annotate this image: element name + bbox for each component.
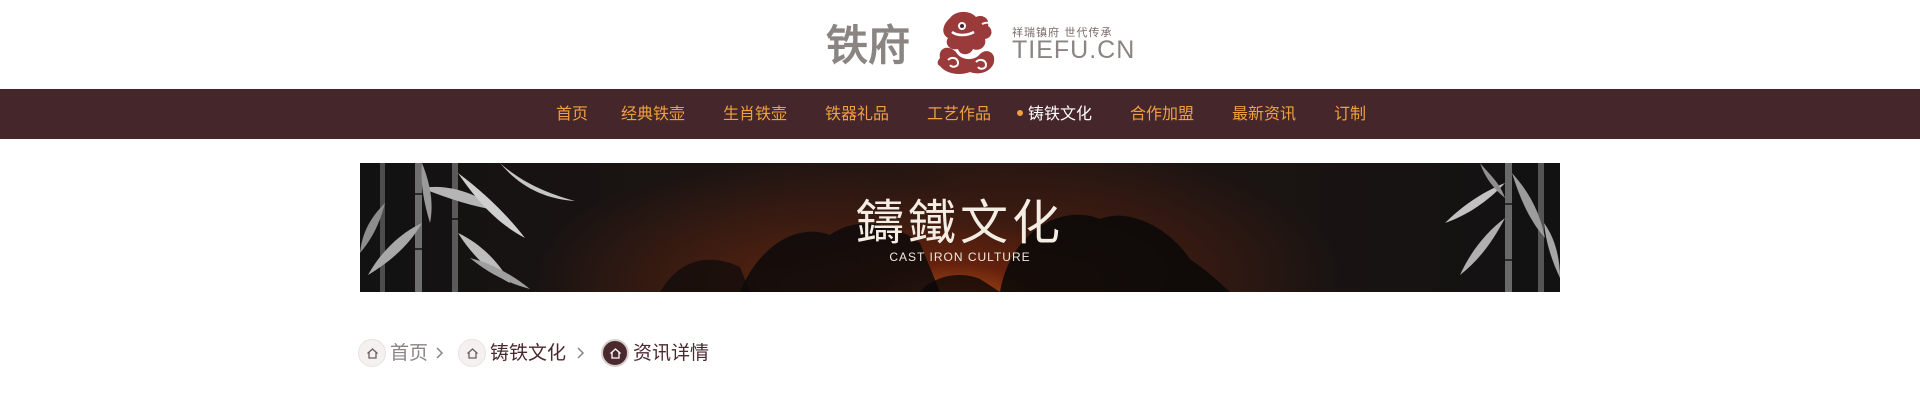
nav-item-craft-works[interactable]: 工艺作品 bbox=[927, 89, 991, 139]
breadcrumb-item-current: 资讯详情 bbox=[601, 338, 731, 368]
breadcrumb-label: 铸铁文化 bbox=[490, 342, 567, 364]
logo-wordmark-text: 铁府 bbox=[826, 21, 910, 70]
nav-item-cast-iron-culture[interactable]: 铸铁文化 bbox=[1028, 89, 1092, 139]
nav-item-franchise[interactable]: 合作加盟 bbox=[1130, 89, 1194, 139]
nav-item-custom[interactable]: 订制 bbox=[1334, 89, 1366, 139]
banner-title: 鑄鐵文化 bbox=[855, 195, 1064, 251]
nav-item-home[interactable]: 首页 bbox=[556, 89, 588, 139]
site-header: 铁府 祥瑞镇府 世代传承 TIEFU.CN bbox=[0, 0, 1920, 89]
nav-item-iron-gifts[interactable]: 铁器礼品 bbox=[825, 89, 889, 139]
qilin-logo-icon bbox=[937, 11, 995, 74]
breadcrumb: 首页 铸铁文化 资讯详情 bbox=[358, 338, 758, 368]
home-icon bbox=[358, 339, 386, 367]
main-nav: 首页 经典铁壶 生肖铁壶 铁器礼品 工艺作品 铸铁文化 合作加盟 最新资讯 订制 bbox=[0, 89, 1920, 139]
nav-item-classic-teapots[interactable]: 经典铁壶 bbox=[621, 89, 685, 139]
nav-item-zodiac-teapots[interactable]: 生肖铁壶 bbox=[723, 89, 787, 139]
page-banner: 鑄鐵文化 CAST IRON CULTURE bbox=[360, 163, 1560, 292]
nav-active-indicator bbox=[1017, 110, 1023, 116]
banner-subtitle: CAST IRON CULTURE bbox=[889, 250, 1031, 264]
breadcrumb-item-home[interactable]: 首页 bbox=[358, 338, 442, 368]
home-icon bbox=[601, 339, 629, 367]
breadcrumb-item-cast-iron-culture[interactable]: 铸铁文化 bbox=[458, 338, 578, 368]
home-icon bbox=[458, 339, 486, 367]
logo-domain: TIEFU.CN bbox=[1012, 36, 1136, 64]
nav-item-latest-news[interactable]: 最新资讯 bbox=[1232, 89, 1296, 139]
chevron-right-icon bbox=[436, 347, 444, 359]
breadcrumb-label: 首页 bbox=[390, 342, 429, 364]
chevron-right-icon bbox=[577, 347, 585, 359]
logo-wordmark: 铁府 bbox=[826, 21, 910, 70]
breadcrumb-label: 资讯详情 bbox=[633, 342, 710, 364]
